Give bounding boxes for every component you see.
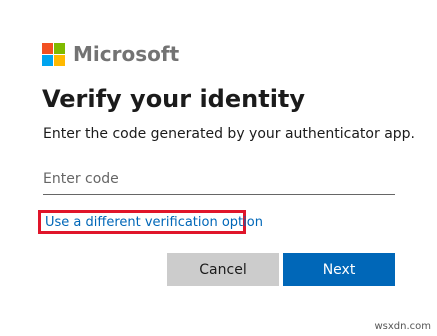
code-input[interactable] [43, 164, 395, 193]
highlight-box: Use a different verification option [38, 210, 263, 234]
next-button[interactable]: Next [283, 253, 395, 286]
different-verification-option-link[interactable]: Use a different verification option [45, 215, 263, 230]
microsoft-logo: Microsoft [42, 42, 179, 66]
logo-square-yellow [54, 54, 65, 66]
instruction-text: Enter the code generated by your authent… [43, 126, 415, 142]
microsoft-logo-icon [42, 42, 65, 66]
page-title: Verify your identity [42, 85, 306, 113]
logo-square-blue [42, 54, 53, 66]
logo-square-red [42, 42, 53, 54]
code-field-container [43, 164, 395, 195]
watermark: wsxdn.com [374, 321, 431, 332]
logo-square-green [54, 42, 65, 54]
cancel-button[interactable]: Cancel [167, 253, 279, 286]
logo-wordmark: Microsoft [73, 42, 180, 66]
